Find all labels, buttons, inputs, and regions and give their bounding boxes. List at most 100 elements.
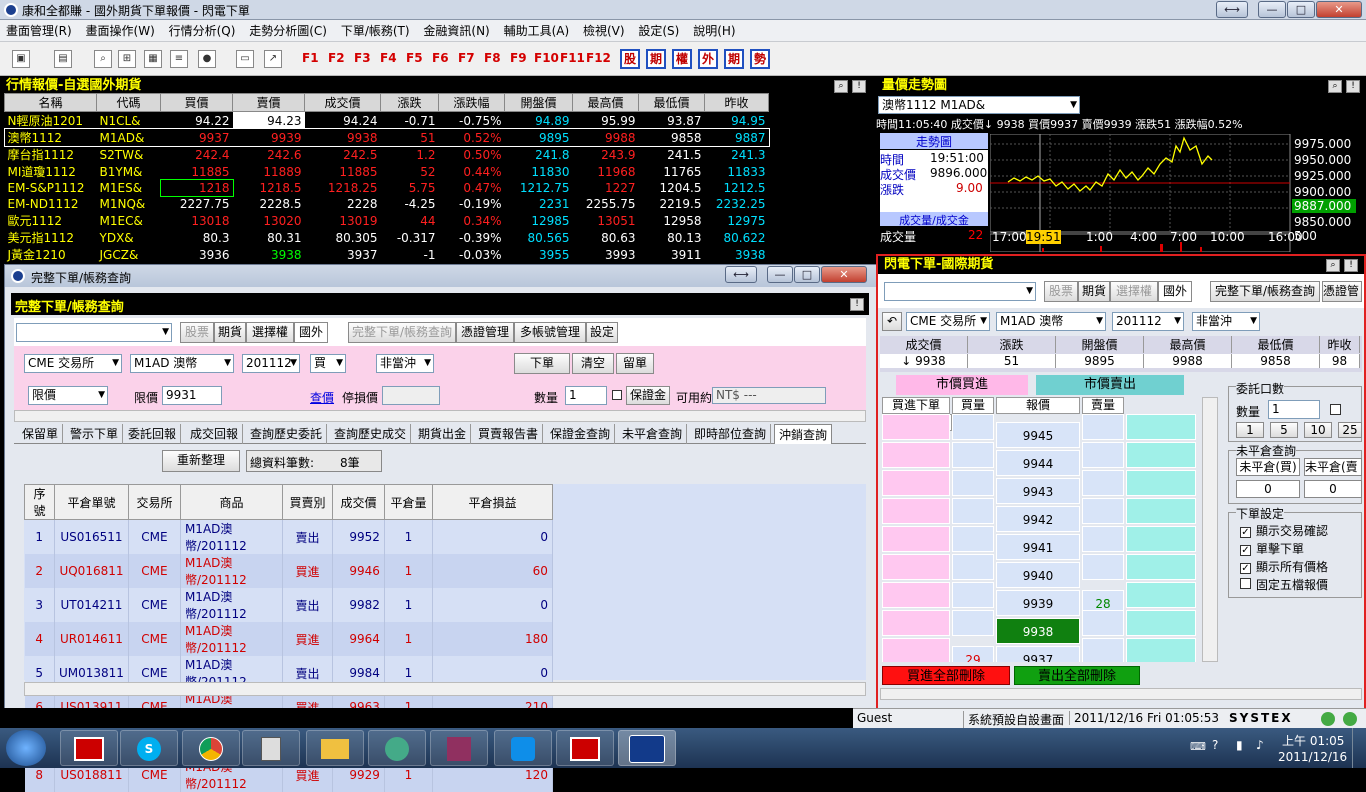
order-setting-row[interactable]: 固定五檔報價 — [1240, 576, 1362, 594]
sell-order-cell[interactable] — [1126, 498, 1196, 524]
ask-qty-cell[interactable] — [1082, 610, 1124, 636]
sell-order-cell[interactable] — [1126, 470, 1196, 496]
futures-key[interactable]: 期 — [646, 49, 666, 69]
options-key[interactable]: 權 — [672, 49, 692, 69]
sell-order-cell[interactable] — [1126, 582, 1196, 608]
task-winrar-icon[interactable] — [430, 730, 488, 766]
f4-key[interactable]: F4 — [380, 51, 397, 65]
list-icon[interactable]: ≡ — [170, 50, 188, 68]
close-button[interactable]: ✕ — [1316, 1, 1362, 18]
account-select[interactable] — [16, 323, 172, 342]
buy-order-cell[interactable] — [882, 442, 950, 468]
window-icon[interactable]: ▤ — [54, 50, 72, 68]
dialog-pin-icon[interactable]: ! — [850, 298, 864, 311]
foreign-key[interactable]: 外 — [698, 49, 718, 69]
flash-pin-icon[interactable]: ! — [1344, 259, 1358, 272]
f11-key[interactable]: F11 — [560, 51, 585, 65]
trend-key[interactable]: 勢 — [750, 49, 770, 69]
setting-checkbox[interactable]: ✓ — [1240, 527, 1251, 538]
buy-order-cell[interactable] — [882, 414, 950, 440]
period-key[interactable]: 期 — [724, 49, 744, 69]
offset-col-header[interactable]: 成交價 — [331, 484, 385, 520]
ask-qty-cell[interactable] — [1082, 498, 1124, 524]
task-concord-app[interactable] — [60, 730, 118, 766]
f6-key[interactable]: F6 — [432, 51, 449, 65]
quote-search-icon[interactable]: ⌕ — [834, 80, 848, 93]
quote-row[interactable]: EM-S&P1112 M1ES& 1218 1218.5 1218.25 5.75 0.47… — [5, 179, 769, 197]
network-icon[interactable]: ▮ — [1236, 738, 1243, 752]
tab-futures-button[interactable]: 期貨 — [214, 322, 246, 343]
flash-qty-checkbox[interactable] — [1330, 404, 1341, 415]
flash-account-select[interactable] — [884, 282, 1036, 301]
chart-pin-icon[interactable]: ! — [1346, 80, 1360, 93]
delete-all-sell-button[interactable]: 賣出全部刪除 — [1014, 666, 1140, 685]
sell-order-cell[interactable] — [1126, 638, 1196, 662]
restore-layout-icon[interactable]: ⟷ — [1216, 1, 1248, 18]
limit-price-input[interactable]: 9931 — [162, 386, 222, 405]
flash-qty-input[interactable]: 1 — [1268, 400, 1320, 419]
offset-col-header[interactable]: 序號 — [24, 484, 55, 520]
sell-order-cell[interactable] — [1126, 526, 1196, 552]
quote-col-header[interactable]: 名稱 — [4, 93, 97, 112]
quote-row[interactable]: 美元指1112 YDX& 80.3 80.31 80.305 -0.317 -0.39% 80… — [5, 229, 769, 246]
tab-order-history[interactable]: 查詢歷史委託 — [246, 424, 328, 444]
place-order-button[interactable]: 下單 — [514, 353, 570, 374]
settings-button[interactable]: 設定 — [586, 322, 618, 343]
buy-order-cell[interactable] — [882, 638, 950, 662]
quote-pin-icon[interactable]: ! — [852, 80, 866, 93]
clock-date[interactable]: 2011/12/16 — [1278, 750, 1347, 764]
sell-order-cell[interactable] — [1126, 414, 1196, 440]
month-select[interactable]: 201112 — [242, 354, 300, 373]
refresh-button[interactable]: 重新整理 — [162, 450, 240, 472]
offset-col-header[interactable]: 平倉單號 — [54, 484, 129, 520]
offset-col-header[interactable]: 平倉量 — [383, 484, 433, 520]
offset-col-header[interactable]: 交易所 — [127, 484, 181, 520]
sell-order-cell[interactable] — [1126, 554, 1196, 580]
quote-col-header[interactable]: 成交價 — [304, 93, 381, 112]
task-teamviewer-icon[interactable] — [494, 730, 552, 766]
search-icon[interactable]: ⌕ — [94, 50, 112, 68]
flash-tab-stock[interactable]: 股票 — [1044, 281, 1078, 302]
quote-col-header[interactable]: 漲跌幅 — [438, 93, 505, 112]
coin-icon[interactable]: ● — [198, 50, 216, 68]
bid-qty-cell[interactable] — [952, 582, 994, 608]
quote-col-header[interactable]: 漲跌 — [380, 93, 439, 112]
f1-key[interactable]: F1 — [302, 51, 319, 65]
quote-row[interactable]: MI道瓊1112 B1YM& 11885 11889 11885 52 0.44% 11830… — [5, 163, 769, 180]
order-setting-row[interactable]: ✓ 單擊下單 — [1240, 540, 1362, 558]
form-hscrollbar[interactable] — [14, 410, 866, 422]
ask-qty-cell[interactable] — [1082, 414, 1124, 440]
margin-button[interactable]: 保證金 — [626, 386, 670, 405]
menu-item-financial-info[interactable]: 金融資訊(N) — [417, 20, 489, 42]
menu-item-settings[interactable]: 設定(S) — [632, 20, 679, 42]
task-explorer-icon[interactable] — [306, 730, 364, 766]
menu-item-tools[interactable]: 輔助工具(A) — [498, 20, 570, 42]
f12-key[interactable]: F12 — [586, 51, 611, 65]
keep-order-button[interactable]: 留單 — [616, 353, 654, 374]
f7-key[interactable]: F7 — [458, 51, 475, 65]
ask-qty-cell[interactable] — [1082, 442, 1124, 468]
ask-qty-cell[interactable] — [1082, 470, 1124, 496]
table-hscrollbar[interactable] — [24, 682, 866, 696]
qty-1-button[interactable]: 1 — [1236, 422, 1264, 438]
dialog-minimize-button[interactable]: — — [767, 266, 793, 283]
bid-qty-cell[interactable] — [952, 414, 994, 440]
bid-qty-cell[interactable] — [952, 470, 994, 496]
bid-qty-cell[interactable] — [952, 526, 994, 552]
order-setting-row[interactable]: ✓ 顯示所有價格 — [1240, 558, 1362, 576]
keyboard-icon[interactable]: ⌨ — [1190, 740, 1206, 753]
ladder-vscrollbar[interactable] — [1202, 397, 1218, 662]
task-skype-icon[interactable]: S — [120, 730, 178, 766]
tab-order-report[interactable]: 委託回報 — [124, 424, 182, 444]
task-chrome-icon[interactable] — [182, 730, 240, 766]
minimize-button[interactable]: — — [1258, 1, 1286, 18]
f10-key[interactable]: F10 — [534, 51, 559, 65]
tab-trade-report[interactable]: 買賣報告書 — [474, 424, 544, 444]
quote-row[interactable]: N輕原油1201 N1CL& 94.22 94.23 94.24 -0.71 -0.75% 9… — [5, 111, 769, 129]
order-setting-row[interactable]: ✓ 顯示交易確認 — [1240, 522, 1362, 540]
flash-hscrollbar[interactable] — [880, 688, 1362, 700]
tab-foreign-button[interactable]: 國外 — [294, 322, 328, 343]
buy-order-cell[interactable] — [882, 610, 950, 636]
stock-key[interactable]: 股 — [620, 49, 640, 69]
buy-order-cell[interactable] — [882, 470, 950, 496]
